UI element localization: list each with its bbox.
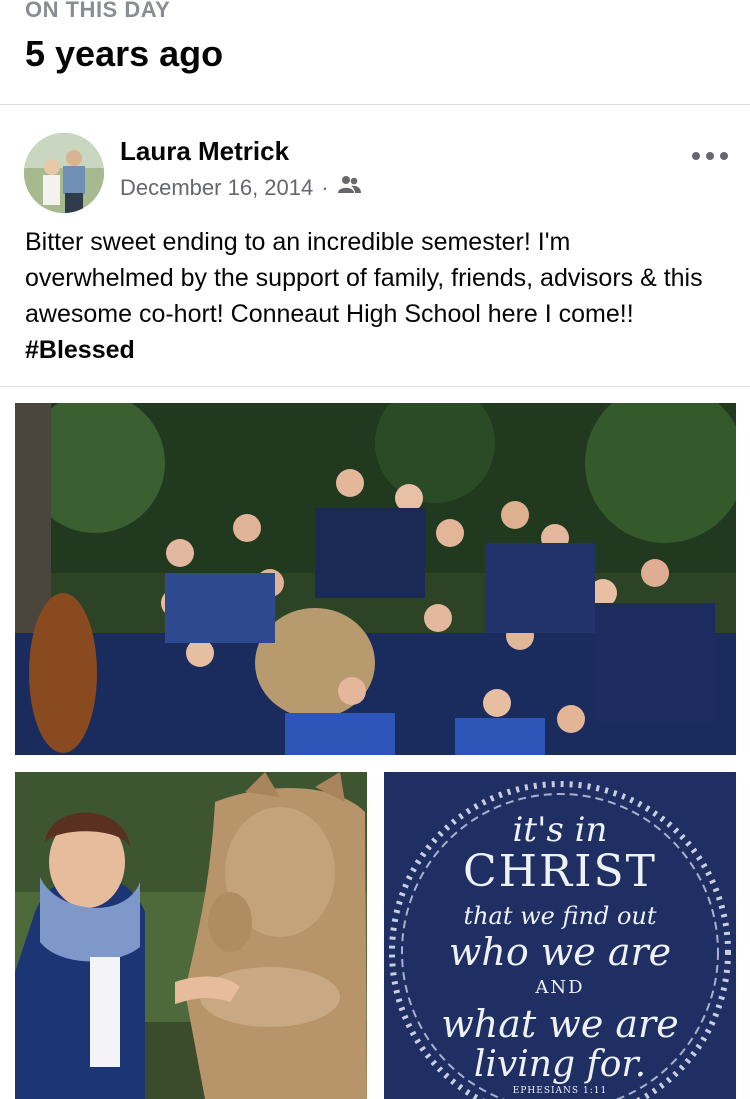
post-header: Laura Metrick December 16, 2014 · xyxy=(0,125,750,220)
friends-icon[interactable] xyxy=(337,175,361,201)
post-body: Bitter sweet ending to an incredible sem… xyxy=(25,228,703,328)
quote-line-3: that we find out xyxy=(463,902,657,930)
quote-image[interactable]: it's in CHRIST that we find out who we a… xyxy=(384,772,736,1099)
quote-line-6: what we are xyxy=(441,1002,679,1046)
avatar[interactable] xyxy=(24,133,104,213)
more-options-icon[interactable] xyxy=(692,147,728,165)
group-photo[interactable] xyxy=(15,403,736,755)
quote-line-2: CHRIST xyxy=(462,846,658,897)
on-this-day-header: ON THIS DAY 5 years ago xyxy=(0,0,750,105)
quote-text: it's in CHRIST that we find out who we a… xyxy=(384,772,736,1099)
hashtag-link[interactable]: #Blessed xyxy=(25,336,135,364)
post-date[interactable]: December 16, 2014 xyxy=(120,175,313,201)
statue-photo[interactable] xyxy=(15,772,367,1099)
post-author[interactable]: Laura Metrick xyxy=(120,136,289,167)
on-this-day-label: ON THIS DAY xyxy=(25,0,171,22)
years-ago-title: 5 years ago xyxy=(25,33,224,74)
quote-line-1: it's in xyxy=(512,810,608,850)
quote-line-5: AND xyxy=(535,977,585,998)
quote-line-4: who we are xyxy=(448,930,672,974)
post-text: Bitter sweet ending to an incredible sem… xyxy=(25,224,725,368)
post-meta: December 16, 2014 · xyxy=(120,175,361,201)
meta-separator: · xyxy=(321,175,329,200)
quote-line-7: living for. xyxy=(473,1044,647,1085)
divider xyxy=(0,386,750,387)
quote-line-8: EPHESIANS 1:11 xyxy=(512,1086,608,1096)
